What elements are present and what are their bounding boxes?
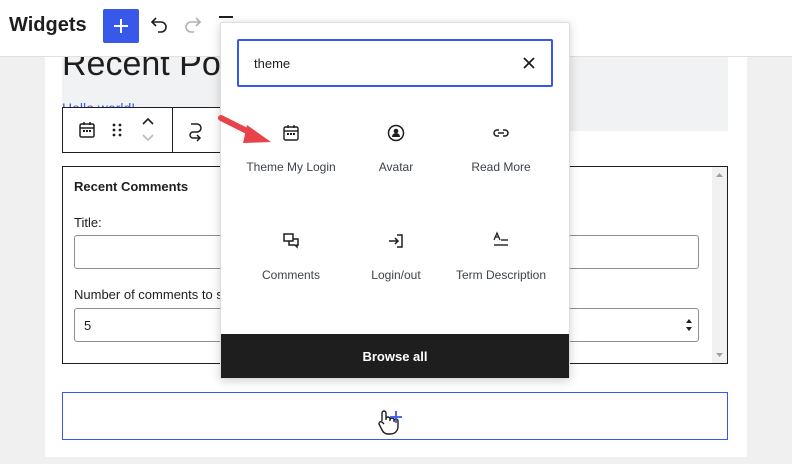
block-term-description[interactable]: Term Description bbox=[451, 231, 551, 283]
transform-icon[interactable] bbox=[185, 120, 207, 142]
scrollbar[interactable] bbox=[712, 167, 727, 363]
block-label: Avatar bbox=[378, 160, 414, 174]
link-icon bbox=[493, 129, 509, 137]
block-label: Comments bbox=[261, 268, 320, 282]
browse-all-button[interactable]: Browse all bbox=[221, 334, 569, 378]
redo-icon[interactable] bbox=[183, 14, 205, 36]
plus-icon bbox=[114, 19, 128, 33]
calendar-icon bbox=[283, 125, 299, 141]
search-value: theme bbox=[254, 56, 291, 71]
avatar-icon bbox=[387, 124, 405, 142]
term-description-icon bbox=[493, 231, 508, 246]
block-label: Read More bbox=[471, 160, 531, 174]
block-toolbar bbox=[62, 107, 222, 153]
block-avatar[interactable]: Avatar bbox=[346, 123, 446, 175]
block-label: Theme My Login bbox=[246, 160, 336, 174]
spinner-arrows-icon[interactable] bbox=[685, 318, 693, 332]
undo-icon[interactable] bbox=[147, 14, 169, 36]
block-login-out[interactable]: Login/out bbox=[346, 231, 446, 283]
close-icon[interactable] bbox=[521, 55, 537, 71]
block-label: Term Description bbox=[455, 268, 547, 282]
search-input[interactable]: theme bbox=[237, 39, 553, 87]
add-block-button[interactable] bbox=[103, 9, 139, 43]
widget-title: Recent Comments bbox=[74, 179, 189, 194]
title-label: Title: bbox=[74, 215, 102, 230]
block-read-more[interactable]: Read More bbox=[451, 123, 551, 175]
login-icon bbox=[389, 234, 403, 248]
toolbar-divider bbox=[172, 108, 173, 152]
block-inserter-popover: theme Theme My Login Avatar Read More Co… bbox=[220, 22, 570, 379]
comments-icon bbox=[283, 233, 299, 249]
annotation-arrow bbox=[218, 115, 271, 143]
calendar-icon[interactable] bbox=[77, 120, 97, 140]
plus-icon bbox=[390, 411, 402, 423]
block-comments[interactable]: Comments bbox=[241, 231, 341, 283]
drag-handle-icon[interactable] bbox=[110, 120, 124, 140]
block-appender[interactable] bbox=[62, 392, 728, 440]
page-title: Widgets bbox=[9, 14, 87, 36]
move-down-icon[interactable] bbox=[140, 132, 156, 144]
move-up-icon[interactable] bbox=[140, 115, 156, 127]
number-value: 5 bbox=[84, 318, 92, 333]
block-label: Login/out bbox=[371, 268, 421, 282]
